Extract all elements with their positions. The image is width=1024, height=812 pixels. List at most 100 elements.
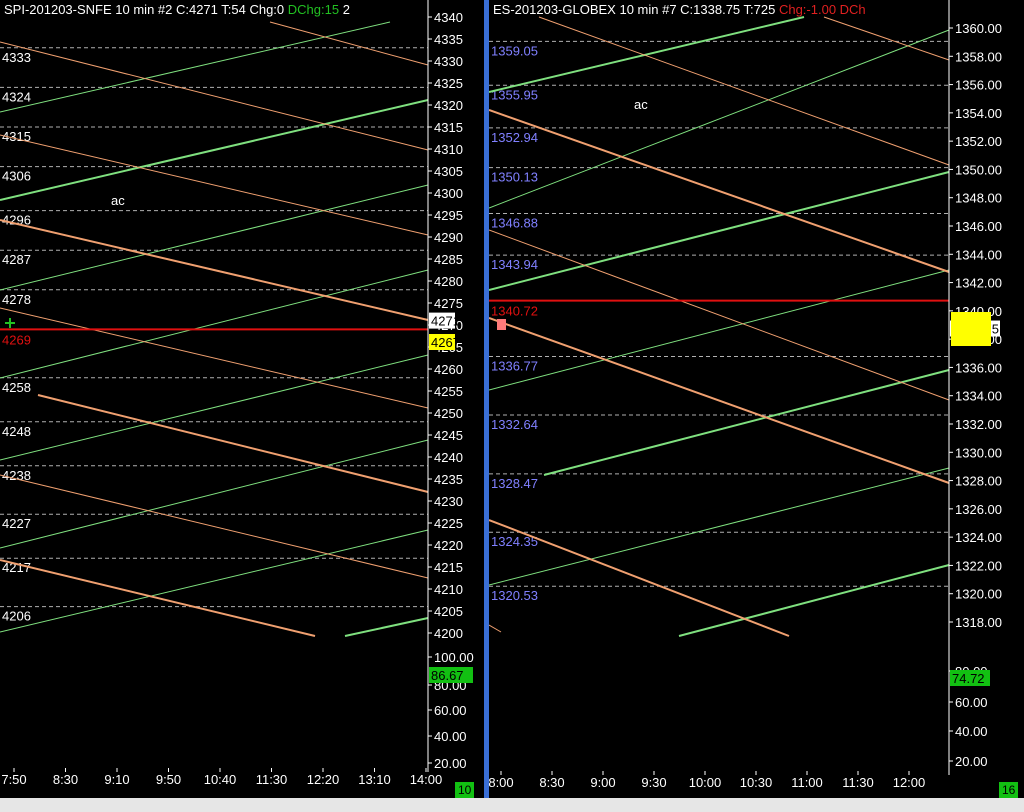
level-label: 4258: [2, 380, 31, 395]
trend-line-orange: [0, 559, 316, 637]
price-axis-tick-label: 1332.00: [955, 417, 1002, 432]
level-label: 4333: [2, 50, 31, 65]
spi-corner-badge: 10: [455, 782, 475, 798]
time-axis-tick-label: 8:30: [53, 772, 78, 787]
marker-price-box: [951, 312, 991, 346]
volume-axis-tick-label: 100.00: [434, 650, 474, 665]
level-label: 1332.64: [491, 417, 538, 432]
price-axis-tick-label: 4340: [434, 10, 463, 25]
trend-line-green: [0, 529, 429, 633]
volume-last-label: 86.67: [431, 668, 464, 683]
trend-line-green: [489, 269, 950, 391]
price-axis-tick-label: 1336.00: [955, 360, 1002, 375]
price-axis-tick-label: 4205: [434, 604, 463, 619]
price-axis-tick-label: 1330.00: [955, 445, 1002, 460]
price-axis-tick-label: 4290: [434, 230, 463, 245]
price-axis-tick-label: 4240: [434, 450, 463, 465]
time-axis-tick-label: 11:00: [791, 775, 823, 790]
level-label: 1328.47: [491, 476, 538, 491]
spi-header-dchg: DChg:15: [284, 2, 340, 17]
es-chart-header: ES-201203-GLOBEX 10 min #7 C:1338.75 T:7…: [493, 2, 866, 17]
trend-line-orange: [0, 307, 429, 409]
bar-marker: [497, 319, 506, 330]
price-axis-tick-label: 1320.00: [955, 587, 1002, 602]
trend-line-orange: [823, 16, 950, 61]
red-level-label: 4269: [2, 332, 31, 347]
trend-line-green: [344, 617, 429, 637]
spi-chart-pane[interactable]: 4333 4324 4315 4306 4296 4287 4278 4258 4248 4238…: [0, 0, 484, 812]
time-axis-tick-label: 12:00: [893, 775, 926, 790]
trend-line-green: [0, 184, 429, 291]
time-axis-tick-label: 9:10: [104, 772, 129, 787]
trend-line-green: [489, 29, 950, 209]
price-axis-tick-label: 4245: [434, 428, 463, 443]
price-axis-tick-label: 4315: [434, 120, 463, 135]
price-axis-tick-label: 4320: [434, 98, 463, 113]
price-axis-tick-label: 1318.00: [955, 615, 1002, 630]
price-axis-tick-label: 4275: [434, 296, 463, 311]
es-overlay-text: ac: [634, 97, 648, 112]
price-axis-tick-label: 4330: [434, 54, 463, 69]
time-axis-tick-label: 9:50: [156, 772, 181, 787]
spi-chart[interactable]: 4333432443154306429642874278425842484238…: [0, 0, 484, 812]
price-axis-tick-label: 4210: [434, 582, 463, 597]
trend-line-orange: [489, 519, 790, 637]
time-axis-tick-label: 10:40: [204, 772, 237, 787]
trend-line-green: [0, 439, 429, 549]
trend-line-orange: [489, 317, 950, 484]
time-axis-tick-label: 7:50: [1, 772, 26, 787]
price-axis-tick-label: 4305: [434, 164, 463, 179]
price-axis-tick-label: 4280: [434, 274, 463, 289]
level-label: 4324: [2, 89, 31, 104]
level-label: 1336.77: [491, 359, 538, 374]
level-label: 4287: [2, 252, 31, 267]
trend-line-green: [0, 354, 429, 461]
price-axis-tick-label: 1342.00: [955, 276, 1002, 291]
volume-axis-tick-label: 60.00: [434, 703, 467, 718]
level-label: 4306: [2, 169, 31, 184]
price-axis-tick-label: 4250: [434, 406, 463, 421]
trend-line-orange: [0, 41, 429, 151]
time-axis-tick-label: 8:00: [489, 775, 514, 790]
price-axis-tick-label: 4260: [434, 362, 463, 377]
time-axis-tick-label: 13:10: [358, 772, 391, 787]
trend-line-green: [0, 269, 429, 379]
trend-line-orange: [269, 21, 429, 66]
trend-line-green: [489, 171, 950, 291]
time-axis-tick-label: 11:30: [256, 772, 288, 787]
time-axis-tick-label: 10:00: [689, 775, 722, 790]
price-axis-tick-label: 4215: [434, 560, 463, 575]
trend-line-green: [489, 467, 950, 586]
level-label: 4278: [2, 292, 31, 307]
level-label: 1320.53: [491, 588, 538, 603]
level-label: 4206: [2, 609, 31, 624]
red-level-label: 1340.72: [491, 304, 538, 319]
price-axis-tick-label: 1334.00: [955, 389, 1002, 404]
price-axis-tick-label: 1344.00: [955, 247, 1002, 262]
price-axis-tick-label: 4225: [434, 516, 463, 531]
price-axis-tick-label: 1352.00: [955, 134, 1002, 149]
last-price-label: 4271: [431, 314, 460, 329]
bottom-scrollbar[interactable]: [0, 798, 1024, 812]
es-chart[interactable]: 1359.051355.951352.941350.131346.881343.…: [489, 0, 1024, 812]
time-axis-tick-label: 10:30: [740, 775, 773, 790]
es-header-chg: Chg:-1.00 DCh: [775, 2, 866, 17]
time-axis-tick-label: 12:20: [307, 772, 340, 787]
price-axis-tick-label: 1346.00: [955, 219, 1002, 234]
price-axis-tick-label: 4310: [434, 142, 463, 157]
level-label: 1346.88: [491, 216, 538, 231]
level-label: 4238: [2, 468, 31, 483]
es-header-symbol: ES-201203-GLOBEX 10 min #7 C:1338.75 T:7…: [493, 2, 776, 17]
trend-line-orange: [489, 624, 502, 633]
price-axis-tick-label: 4325: [434, 76, 463, 91]
marker-price-label: 4267: [431, 335, 460, 350]
price-axis-tick-label: 4200: [434, 626, 463, 641]
volume-axis-tick-label: 20.00: [955, 754, 988, 769]
time-axis-tick-label: 9:30: [641, 775, 666, 790]
trend-line-orange: [0, 474, 429, 579]
level-label: 4248: [2, 424, 31, 439]
price-axis-tick-label: 4230: [434, 494, 463, 509]
es-chart-pane[interactable]: 1359.05 1355.95 1352.94 1350.13 1346.88 1343.…: [489, 0, 1024, 812]
es-corner-badge: 16: [999, 782, 1019, 798]
volume-axis-tick-label: 40.00: [955, 724, 988, 739]
